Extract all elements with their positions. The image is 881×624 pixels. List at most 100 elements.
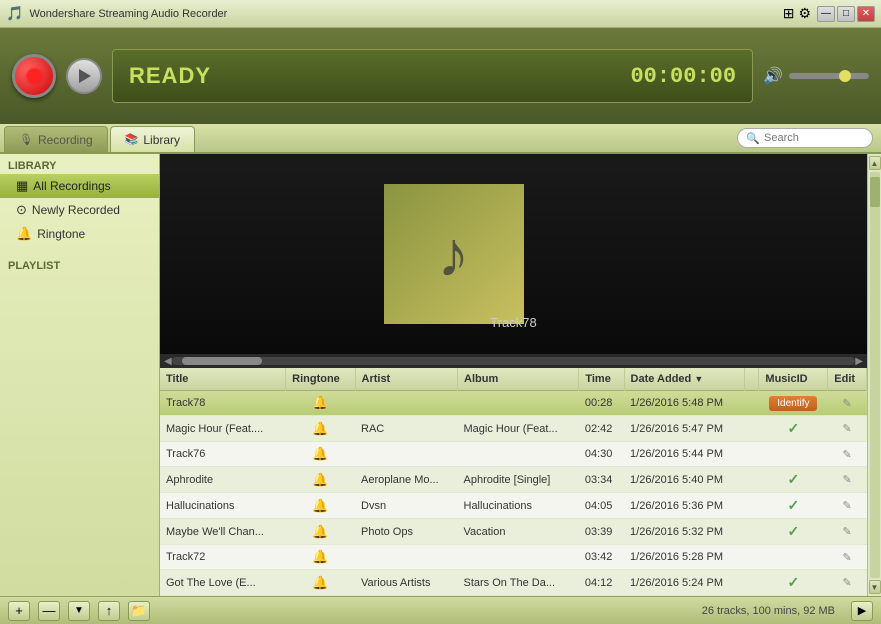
- volume-thumb: [839, 70, 851, 82]
- main-area: LIBRARY ▦ All Recordings ⊙ Newly Recorde…: [0, 154, 881, 596]
- edit-icon[interactable]: ✎: [843, 423, 852, 435]
- identify-button[interactable]: Identify: [769, 396, 817, 411]
- record-button[interactable]: [12, 54, 56, 98]
- edit-icon[interactable]: ✎: [843, 577, 852, 589]
- nav-button[interactable]: ▶: [851, 601, 873, 621]
- minimize-button[interactable]: —: [817, 6, 835, 22]
- search-icon: 🔍: [746, 132, 760, 145]
- table-row[interactable]: Give It All (Foals ...🔔FoalsGive It All …: [160, 596, 867, 597]
- track-ringtone[interactable]: 🔔: [286, 493, 355, 519]
- track-edit[interactable]: ✎: [828, 570, 867, 596]
- track-album: [458, 545, 579, 570]
- folder-icon: 📁: [131, 603, 147, 619]
- table-row[interactable]: Track78🔔00:281/26/2016 5:48 PMIdentify✎: [160, 391, 867, 416]
- scroll-down-btn[interactable]: ▼: [869, 580, 881, 594]
- table-row[interactable]: Track72🔔03:421/26/2016 5:28 PM✎: [160, 545, 867, 570]
- scroll-right-btn[interactable]: ▶: [855, 356, 863, 367]
- edit-icon[interactable]: ✎: [843, 552, 852, 564]
- filter-button[interactable]: ▼: [68, 601, 90, 621]
- edit-icon[interactable]: ✎: [843, 526, 852, 538]
- track-ringtone[interactable]: 🔔: [286, 467, 355, 493]
- track-edit[interactable]: ✎: [828, 442, 867, 467]
- track-ringtone[interactable]: 🔔: [286, 442, 355, 467]
- close-button[interactable]: ✕: [857, 6, 875, 22]
- track-album: [458, 391, 579, 416]
- track-musicid[interactable]: Identify: [759, 391, 828, 416]
- scroll-thumb-horizontal[interactable]: [182, 357, 262, 365]
- all-recordings-label: All Recordings: [33, 179, 110, 193]
- search-input[interactable]: [764, 132, 864, 144]
- scroll-thumb-vertical[interactable]: [870, 177, 880, 207]
- track-musicid[interactable]: [759, 442, 828, 467]
- vertical-scrollbar[interactable]: ▲ ▼: [867, 154, 881, 596]
- track-edit[interactable]: ✎: [828, 519, 867, 545]
- bell-icon: 🔔: [312, 472, 328, 487]
- library-section-label: LIBRARY: [0, 154, 159, 174]
- tab-recording[interactable]: 🎙 Recording: [4, 126, 108, 152]
- track-date: 1/26/2016 5:48 PM: [624, 391, 744, 416]
- track-musicid[interactable]: ✓: [759, 519, 828, 545]
- filter-icon: ▼: [74, 605, 84, 616]
- play-button[interactable]: [66, 58, 102, 94]
- sidebar-item-newly-recorded[interactable]: ⊙ Newly Recorded: [0, 198, 159, 222]
- volume-slider[interactable]: [789, 73, 869, 79]
- tab-bar: 🎙 Recording 📚 Library 🔍: [0, 124, 881, 154]
- track-date: 1/26/2016 5:44 PM: [624, 442, 744, 467]
- settings-icon[interactable]: ⊞: [783, 5, 795, 22]
- current-track-label: Track78: [490, 315, 536, 330]
- scroll-up-btn[interactable]: ▲: [869, 156, 881, 170]
- track-time: 03:42: [579, 545, 624, 570]
- track-musicid[interactable]: ✓: [759, 596, 828, 597]
- add-button[interactable]: +: [8, 601, 30, 621]
- remove-button[interactable]: —: [38, 601, 60, 621]
- maximize-button[interactable]: □: [837, 6, 855, 22]
- track-ringtone[interactable]: 🔔: [286, 416, 355, 442]
- track-edit[interactable]: ✎: [828, 416, 867, 442]
- table-row[interactable]: Hallucinations🔔DvsnHallucinations04:051/…: [160, 493, 867, 519]
- edit-icon[interactable]: ✎: [843, 500, 852, 512]
- track-musicid[interactable]: ✓: [759, 416, 828, 442]
- col-time: Time: [579, 368, 624, 391]
- play-triangle-icon: [79, 69, 91, 83]
- track-edit[interactable]: ✎: [828, 391, 867, 416]
- track-time: 04:12: [579, 570, 624, 596]
- sidebar-item-all-recordings[interactable]: ▦ All Recordings: [0, 174, 159, 198]
- import-button[interactable]: ↑: [98, 601, 120, 621]
- table-row[interactable]: Magic Hour (Feat....🔔RACMagic Hour (Feat…: [160, 416, 867, 442]
- track-ringtone[interactable]: 🔔: [286, 391, 355, 416]
- track-musicid[interactable]: ✓: [759, 570, 828, 596]
- track-ringtone[interactable]: 🔔: [286, 596, 355, 597]
- edit-icon[interactable]: ✎: [843, 398, 852, 410]
- gear-icon[interactable]: ⚙: [798, 5, 811, 22]
- record-dot: [27, 69, 41, 83]
- track-edit[interactable]: ✎: [828, 493, 867, 519]
- table-row[interactable]: Track76🔔04:301/26/2016 5:44 PM✎: [160, 442, 867, 467]
- track-edit[interactable]: ✎: [828, 596, 867, 597]
- table-row[interactable]: Aphrodite🔔Aeroplane Mo...Aphrodite [Sing…: [160, 467, 867, 493]
- track-ringtone[interactable]: 🔔: [286, 519, 355, 545]
- track-musicid[interactable]: [759, 545, 828, 570]
- table-row[interactable]: Got The Love (E...🔔Various ArtistsStars …: [160, 570, 867, 596]
- track-edit[interactable]: ✎: [828, 545, 867, 570]
- bell-icon: 🔔: [312, 498, 328, 513]
- sidebar-item-ringtone[interactable]: 🔔 Ringtone: [0, 222, 159, 246]
- track-musicid[interactable]: ✓: [759, 467, 828, 493]
- track-ringtone[interactable]: 🔔: [286, 545, 355, 570]
- horizontal-scrollbar[interactable]: ◀ ▶: [160, 354, 867, 368]
- track-time: 07:34: [579, 596, 624, 597]
- recording-tab-label: Recording: [38, 133, 93, 147]
- track-edit[interactable]: ✎: [828, 467, 867, 493]
- tab-library[interactable]: 📚 Library: [110, 126, 195, 152]
- track-space: [744, 493, 759, 519]
- recording-tab-icon: 🎙: [19, 133, 33, 146]
- track-musicid[interactable]: ✓: [759, 493, 828, 519]
- edit-icon[interactable]: ✎: [843, 474, 852, 486]
- track-ringtone[interactable]: 🔔: [286, 570, 355, 596]
- check-icon: ✓: [787, 497, 799, 513]
- folder-button[interactable]: 📁: [128, 601, 150, 621]
- scroll-left-btn[interactable]: ◀: [164, 356, 172, 367]
- table-row[interactable]: Maybe We'll Chan...🔔Photo OpsVacation03:…: [160, 519, 867, 545]
- col-title: Title: [160, 368, 286, 391]
- edit-icon[interactable]: ✎: [843, 449, 852, 461]
- track-album: Stars On The Da...: [458, 570, 579, 596]
